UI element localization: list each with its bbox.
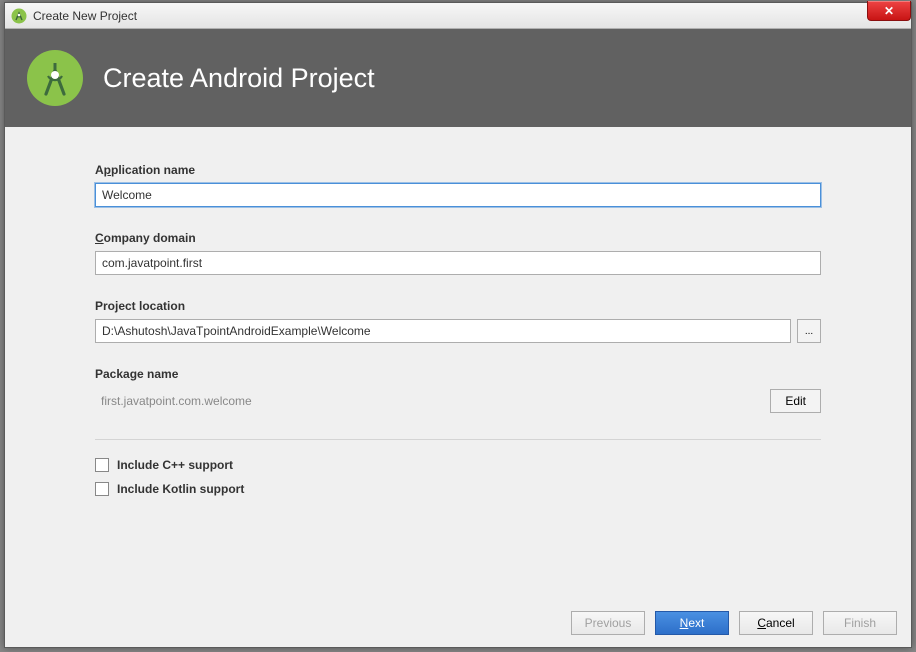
include-cpp-checkbox[interactable] (95, 458, 109, 472)
company-domain-input[interactable] (95, 251, 821, 275)
project-location-label: Project location (95, 299, 821, 313)
divider (95, 439, 821, 440)
include-kotlin-checkbox[interactable] (95, 482, 109, 496)
cancel-button[interactable]: Cancel (739, 611, 813, 635)
application-name-label: Application name (95, 163, 821, 177)
header-band: Create Android Project (5, 29, 911, 127)
package-name-label: Package name (95, 367, 821, 381)
application-name-group: Application name (95, 163, 821, 207)
footer-buttons: Previous Next Cancel Finish (5, 599, 911, 647)
close-button[interactable]: ✕ (867, 1, 911, 21)
include-cpp-label: Include C++ support (117, 458, 233, 472)
content-area: Application name Company domain Project … (5, 127, 911, 599)
next-button[interactable]: Next (655, 611, 729, 635)
include-kotlin-row[interactable]: Include Kotlin support (95, 482, 821, 496)
titlebar[interactable]: Create New Project ✕ (5, 3, 911, 29)
project-location-group: Project location ... (95, 299, 821, 343)
package-name-group: Package name first.javatpoint.com.welcom… (95, 367, 821, 415)
android-studio-icon (11, 8, 27, 24)
include-kotlin-label: Include Kotlin support (117, 482, 244, 496)
project-location-input[interactable] (95, 319, 791, 343)
android-studio-logo-icon (27, 50, 83, 106)
window-title: Create New Project (33, 9, 137, 23)
company-domain-group: Company domain (95, 231, 821, 275)
package-name-value: first.javatpoint.com.welcome (95, 394, 252, 408)
page-title: Create Android Project (103, 63, 375, 94)
include-cpp-row[interactable]: Include C++ support (95, 458, 821, 472)
application-name-input[interactable] (95, 183, 821, 207)
dialog-window: Create New Project ✕ Create Android Proj… (4, 2, 912, 648)
edit-package-button[interactable]: Edit (770, 389, 821, 413)
browse-location-button[interactable]: ... (797, 319, 821, 343)
previous-button: Previous (571, 611, 645, 635)
company-domain-label: Company domain (95, 231, 821, 245)
finish-button: Finish (823, 611, 897, 635)
close-icon: ✕ (884, 4, 894, 18)
